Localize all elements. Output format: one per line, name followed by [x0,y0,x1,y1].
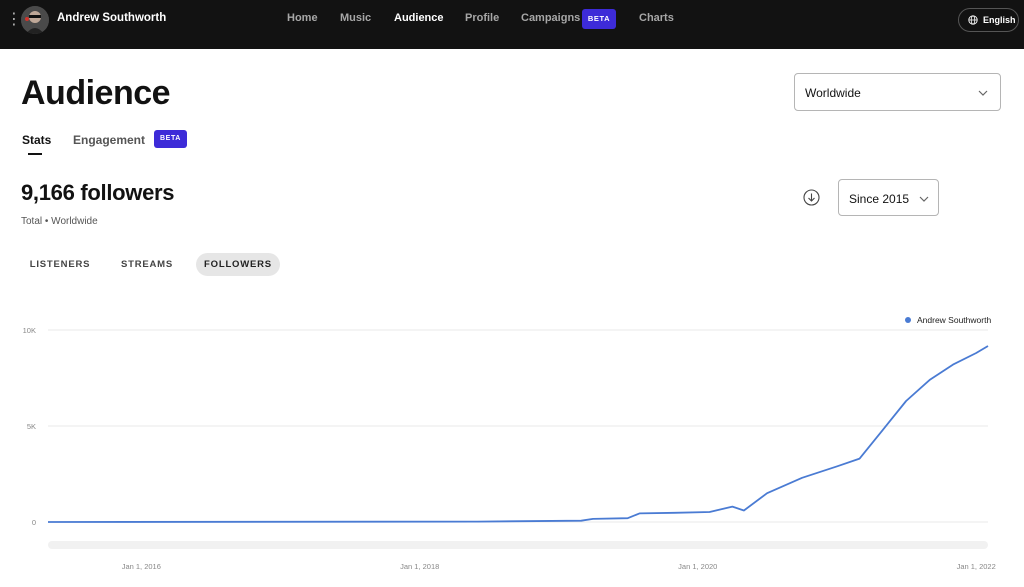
y-tick-label: 5K [27,422,36,431]
active-tab-underline [28,153,42,155]
tab-engagement[interactable]: Engagement [73,133,145,147]
y-tick-label: 0 [32,518,36,527]
download-icon[interactable] [803,189,820,206]
x-tick-label: Jan 1, 2016 [122,562,161,571]
engagement-beta-badge: BETA [154,130,187,148]
chevron-down-icon [978,90,988,96]
top-navigation-bar: ⋮ Andrew Southworth Home Music Audience … [0,0,1024,49]
y-tick-label: 10K [23,326,36,335]
followers-count: 9,166 followers [21,180,175,205]
nav-profile[interactable]: Profile [465,12,499,28]
followers-subtitle: Total • Worldwide [21,216,98,227]
nav-campaigns[interactable]: Campaigns [521,12,580,28]
campaigns-beta-badge: BETA [582,9,616,29]
chevron-down-icon [919,196,929,202]
followers-line-chart: 0 5K 10K Jan 1, 2016 Jan 1, 2018 Jan 1, 2020 J… [23,315,996,571]
region-select[interactable]: Worldwide [794,73,1001,111]
nav-home[interactable]: Home [287,12,318,28]
legend-label: Andrew Southworth [917,315,991,325]
nav-music[interactable]: Music [340,12,371,28]
date-range-select[interactable]: Since 2015 [838,179,939,216]
metric-pill-streams[interactable]: STREAMS [112,253,182,276]
language-label: English [983,15,1016,25]
x-tick-label: Jan 1, 2022 [957,562,996,571]
page-title: Audience [21,74,171,112]
tab-stats[interactable]: Stats [22,133,51,147]
legend-marker [905,317,911,323]
artist-name[interactable]: Andrew Southworth [57,12,166,24]
date-range-value: Since 2015 [849,192,910,206]
nav-audience[interactable]: Audience [394,12,444,28]
x-tick-label: Jan 1, 2020 [678,562,717,571]
avatar[interactable] [21,6,49,34]
region-select-value: Worldwide [805,86,861,100]
globe-icon [968,15,978,25]
more-options-icon[interactable]: ⋮ [6,9,22,31]
x-tick-label: Jan 1, 2018 [400,562,439,571]
metric-pill-listeners[interactable]: LISTENERS [24,253,96,276]
language-button[interactable]: English [958,8,1019,32]
nav-charts[interactable]: Charts [639,12,674,28]
series-line [47,345,989,523]
chart-range-track [48,541,988,549]
metric-pill-followers[interactable]: FOLLOWERS [196,253,280,276]
